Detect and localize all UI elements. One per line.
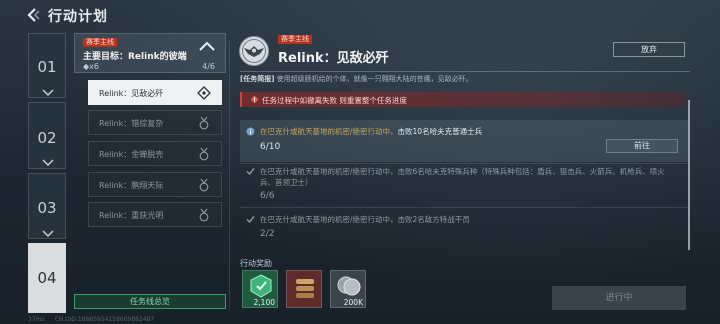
step-number: 03 — [37, 199, 57, 217]
task-label: Relink：错综复杂 — [99, 119, 164, 128]
reward-item-2[interactable] — [286, 270, 322, 308]
page-title: 行动计划 — [48, 9, 108, 25]
task-label: Relink：见敌必歼 — [99, 89, 164, 98]
chevron-down-icon — [42, 89, 54, 97]
back-arrow-icon — [27, 8, 40, 22]
in-progress-button[interactable]: 进行中 — [552, 286, 686, 310]
step-04[interactable]: 04 — [28, 243, 66, 313]
quest-count: ◆x6 — [83, 62, 99, 71]
info-icon — [246, 127, 255, 136]
locate-icon — [197, 86, 211, 100]
reward-item-3[interactable]: 200K — [330, 270, 366, 308]
ping-readout: 37ms — [28, 316, 45, 323]
main-quest-tag: 赛季主线 — [278, 35, 312, 44]
objective-text: 在巴克什或航天基地的机密/绝密行动中，击败10名哈夫克普通士兵 — [260, 126, 670, 137]
objective-text: 在巴克什或航天基地的机密/绝密行动中，击败2名敌方特战干员 — [260, 215, 470, 224]
objective-progress: 2/2 — [260, 229, 275, 239]
divider — [229, 40, 230, 310]
objective-text: 在巴克什或航天基地的机密/绝密行动中，击败6名哈夫克特殊兵种（特殊兵种包括：盾兵… — [260, 167, 665, 187]
uid-readout: CN.UID:18865954158609882487 — [54, 316, 155, 323]
back-button[interactable] — [26, 7, 40, 23]
scrollbar[interactable] — [688, 100, 690, 250]
objective-3: 在巴克什或航天基地的机密/绝密行动中，击败2名敌方特战干员 2/2 — [240, 214, 688, 244]
quest-title: 主要目标：Relink的彼端 — [83, 52, 187, 62]
checkmark-icon — [246, 216, 255, 224]
divider — [240, 207, 688, 208]
warning-icon — [250, 95, 259, 104]
step-03[interactable]: 03 — [28, 173, 66, 239]
failure-warning-banner: 任务过程中如撤离失败 则重置整个任务进度 — [240, 92, 686, 107]
task-item-4[interactable]: Relink：鹏翔天际 — [88, 172, 222, 197]
quest-progress: 4/6 — [202, 62, 215, 71]
medal-icon — [199, 116, 209, 130]
mission-title: Relink：见敌必歼 — [278, 51, 389, 66]
reward-item-1[interactable]: 2,100 — [242, 270, 278, 308]
reward-amount: 2,100 — [253, 298, 275, 307]
objective-progress: 6/6 — [260, 191, 275, 201]
divider — [240, 71, 690, 72]
task-label: Relink：金蝉脱壳 — [99, 150, 164, 159]
task-item-1[interactable]: Relink：见敌必歼 — [88, 80, 222, 105]
badge-icon — [250, 274, 272, 298]
task-label: Relink：鹏翔天际 — [99, 181, 164, 190]
divider — [240, 163, 688, 164]
medal-icon — [199, 208, 209, 222]
brief-label: [任务简报] — [240, 75, 275, 83]
objective-1: 在巴克什或航天基地的机密/绝密行动中，击败10名哈夫克普通士兵 6/10 前往 — [240, 120, 688, 162]
step-01[interactable]: 01 — [28, 33, 66, 98]
quest-line-overview-button[interactable]: 任务线总览 — [74, 294, 226, 309]
warning-text: 任务过程中如撤离失败 则重置整个任务进度 — [262, 96, 407, 105]
objective-2: 在巴克什或航天基地的机密/绝密行动中，击败6名哈夫克特殊兵种（特殊兵种包括：盾兵… — [240, 166, 688, 204]
task-item-2[interactable]: Relink：错综复杂 — [88, 110, 222, 135]
step-number: 02 — [37, 129, 57, 147]
main-quest-tag: 赛季主线 — [83, 38, 117, 47]
abandon-button[interactable]: 放弃 — [613, 42, 685, 57]
ammo-icon — [296, 279, 314, 298]
objective-description: 击败10名哈夫克普通士兵 — [397, 127, 483, 136]
medal-icon — [199, 178, 209, 192]
step-02[interactable]: 02 — [28, 102, 66, 169]
eagle-emblem-icon — [239, 36, 269, 66]
chevron-up-icon — [199, 41, 215, 51]
quest-header[interactable]: 赛季主线 主要目标：Relink的彼端 ◆x6 4/6 — [74, 33, 226, 73]
objective-progress: 6/10 — [260, 142, 281, 152]
task-label: Relink：重获光明 — [99, 211, 164, 220]
mission-brief: [任务简报] 使用超级肠机给的个体，就像一只翱翔大陆的苍鹰，见敌必歼。 — [240, 74, 473, 84]
task-item-3[interactable]: Relink：金蝉脱壳 — [88, 141, 222, 166]
coin-icon — [337, 276, 361, 296]
rewards-label: 行动奖励 — [240, 259, 272, 268]
chevron-down-icon — [42, 230, 54, 238]
header: 行动计划 — [0, 0, 720, 30]
step-number: 01 — [37, 58, 57, 76]
medal-icon — [199, 147, 209, 161]
reward-amount: 200K — [343, 298, 363, 307]
task-item-5[interactable]: Relink：重获光明 — [88, 202, 222, 227]
footer-status: 37ms CN.UID:18865954158609882487 — [28, 316, 162, 323]
chevron-down-icon — [42, 159, 54, 167]
step-number: 04 — [37, 269, 57, 287]
brief-text: 使用超级肠机给的个体，就像一只翱翔大陆的苍鹰，见敌必歼。 — [276, 75, 473, 83]
go-to-button[interactable]: 前往 — [606, 139, 678, 153]
checkmark-icon — [246, 168, 255, 176]
objective-location: 在巴克什或航天基地的机密/绝密行动中， — [260, 127, 398, 136]
